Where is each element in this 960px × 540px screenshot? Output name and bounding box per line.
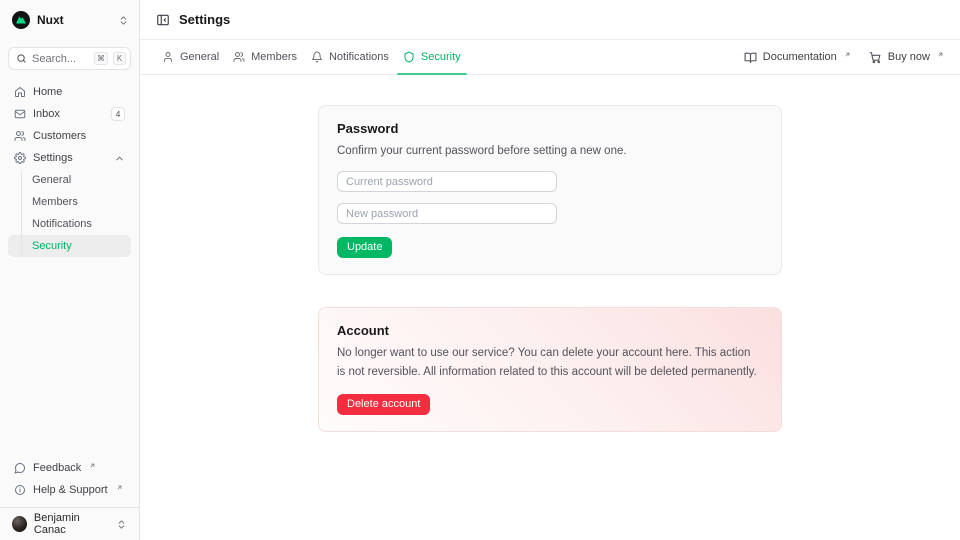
account-card-description: No longer want to use our service? You c…: [337, 344, 761, 381]
tab-notifications[interactable]: Notifications: [305, 40, 395, 74]
sidebar-item-settings[interactable]: Settings: [8, 147, 131, 169]
mail-icon: [14, 108, 26, 120]
chat-bubble-icon: [14, 462, 26, 474]
user-name: Benjamin Canac: [34, 512, 109, 536]
buy-now-link[interactable]: Buy now: [869, 51, 944, 64]
book-open-icon: [744, 51, 757, 64]
sidebar-nav: Home Inbox 4 Customers Settings: [0, 81, 139, 257]
kbd-k: K: [113, 52, 126, 65]
external-link-icon: [89, 462, 96, 469]
cart-icon: [869, 51, 882, 64]
tab-general[interactable]: General: [156, 40, 225, 74]
sidebar-footer-nav: Feedback Help & Support: [0, 457, 139, 507]
sidebar-item-label: Inbox: [33, 108, 60, 120]
header-links: Documentation Buy now: [744, 51, 944, 64]
brand-name: Nuxt: [37, 13, 64, 27]
house-icon: [14, 86, 26, 98]
sidebar-item-inbox[interactable]: Inbox 4: [8, 103, 131, 125]
password-card: Password Confirm your current password b…: [318, 105, 782, 275]
chevron-up-icon: [114, 153, 125, 164]
shield-icon: [403, 51, 415, 63]
user-icon: [162, 51, 174, 63]
new-password-field[interactable]: [337, 203, 557, 224]
sidebar-item-label: Settings: [33, 152, 73, 164]
bell-icon: [311, 51, 323, 63]
sidebar-item-feedback[interactable]: Feedback: [8, 457, 131, 479]
sidebar-item-members[interactable]: Members: [8, 191, 131, 213]
page-header: Settings: [140, 0, 960, 40]
search-input[interactable]: Search... ⌘ K: [8, 47, 131, 70]
sidebar-item-customers[interactable]: Customers: [8, 125, 131, 147]
nuxt-logo-icon: [12, 11, 30, 29]
search-icon: [16, 53, 27, 64]
sidebar-item-home[interactable]: Home: [8, 81, 131, 103]
sidebar-item-security[interactable]: Security: [8, 235, 131, 257]
gear-icon: [14, 152, 26, 164]
users-icon: [14, 130, 26, 142]
password-card-description: Confirm your current password before set…: [337, 142, 761, 160]
settings-security-content: Password Confirm your current password b…: [140, 75, 960, 540]
sidebar-item-general[interactable]: General: [8, 169, 131, 191]
inbox-count-badge: 4: [111, 107, 125, 121]
tabs-bar: General Members Notifications Security: [140, 40, 960, 75]
external-link-icon: [116, 484, 123, 491]
info-circle-icon: [14, 484, 26, 496]
chevron-up-down-icon: [116, 519, 127, 530]
page-title: Settings: [179, 12, 230, 27]
team-switcher[interactable]: Nuxt: [0, 0, 139, 40]
documentation-link[interactable]: Documentation: [744, 51, 851, 64]
sidebar-spacer: [0, 257, 139, 457]
settings-subnav: General Members Notifications Security: [8, 169, 131, 257]
external-link-icon: [844, 51, 851, 58]
users-icon: [233, 51, 245, 63]
sidebar-item-help-support[interactable]: Help & Support: [8, 479, 131, 501]
tab-security[interactable]: Security: [397, 40, 467, 74]
current-password-field[interactable]: [337, 171, 557, 192]
avatar: [12, 516, 27, 532]
chevron-up-down-icon: [118, 15, 129, 26]
sidebar: Nuxt Search... ⌘ K Home Inbox 4: [0, 0, 140, 540]
sidebar-item-label: Customers: [33, 130, 86, 142]
delete-account-button[interactable]: Delete account: [337, 394, 430, 415]
tab-members[interactable]: Members: [227, 40, 303, 74]
account-card-title: Account: [337, 323, 763, 338]
external-link-icon: [937, 51, 944, 58]
update-password-button[interactable]: Update: [337, 237, 392, 258]
sidebar-item-label: Home: [33, 86, 62, 98]
search-placeholder: Search...: [32, 53, 89, 65]
account-card: Account No longer want to use our servic…: [318, 307, 782, 432]
kbd-meta: ⌘: [94, 52, 108, 65]
panel-left-close-icon[interactable]: [156, 13, 170, 27]
sidebar-item-notifications[interactable]: Notifications: [8, 213, 131, 235]
main-panel: Settings General Members Notifications S…: [140, 0, 960, 540]
password-card-title: Password: [337, 121, 763, 136]
user-menu[interactable]: Benjamin Canac: [8, 512, 131, 536]
